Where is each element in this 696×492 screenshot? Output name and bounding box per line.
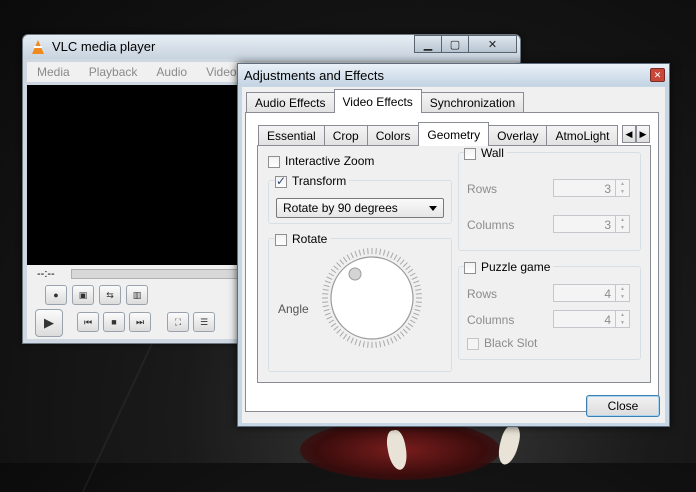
black-slot-checkbox[interactable] xyxy=(467,337,479,350)
menu-audio[interactable]: Audio xyxy=(146,62,196,82)
puzzle-row[interactable]: Puzzle game xyxy=(464,260,554,274)
maximize-button[interactable]: ▢ xyxy=(441,35,469,53)
vlc-window-title: VLC media player xyxy=(52,39,156,54)
black-slot-row[interactable]: Black Slot xyxy=(467,336,537,350)
puzzle-columns-label: Columns xyxy=(467,313,515,327)
tab-scroll-left-button[interactable]: ◀ xyxy=(622,125,636,143)
stop-button[interactable]: ■ xyxy=(103,312,125,332)
wall-columns-stepper[interactable]: ▲ ▼ xyxy=(615,216,629,232)
angle-dial-icon xyxy=(322,248,422,348)
play-button[interactable]: ▶ xyxy=(35,309,63,337)
interactive-zoom-checkbox[interactable] xyxy=(268,155,280,168)
wall-columns-value: 3 xyxy=(604,218,611,232)
menu-playback[interactable]: Playback xyxy=(79,62,147,82)
transform-selected-value: Rotate by 90 degrees xyxy=(283,201,398,215)
puzzle-rows-value: 4 xyxy=(604,287,611,301)
seek-slider[interactable] xyxy=(71,269,241,279)
extended-settings-button[interactable]: ☰ xyxy=(193,312,215,332)
tab-atmolight[interactable]: AtmoLight xyxy=(546,125,619,145)
puzzle-rows-label: Rows xyxy=(467,287,498,301)
puzzle-rows-spinbox[interactable]: 4 ▲ ▼ xyxy=(553,284,630,302)
wall-rows-stepper[interactable]: ▲ ▼ xyxy=(615,180,629,196)
close-button[interactable]: Close xyxy=(586,395,660,417)
vlc-cone-icon xyxy=(32,40,44,54)
snapshot-button[interactable]: ▣ xyxy=(72,285,94,305)
wall-rows-value: 3 xyxy=(604,182,611,196)
tab-colors[interactable]: Colors xyxy=(366,125,420,145)
frame-by-frame-button[interactable]: ▥ xyxy=(126,285,148,305)
wall-label: Wall xyxy=(481,146,504,160)
wall-group xyxy=(458,152,641,251)
puzzle-rows-stepper[interactable]: ▲ ▼ xyxy=(615,285,629,301)
rotate-label: Rotate xyxy=(292,232,328,246)
transform-row[interactable]: Transform xyxy=(275,174,350,188)
tab-overlay[interactable]: Overlay xyxy=(488,125,548,145)
puzzle-columns-value: 4 xyxy=(604,313,611,327)
fullscreen-button[interactable]: ⛶ xyxy=(167,312,189,332)
wall-columns-spinbox[interactable]: 3 ▲ ▼ xyxy=(553,215,630,233)
puzzle-checkbox[interactable] xyxy=(464,261,476,274)
transform-label: Transform xyxy=(292,174,347,188)
angle-label: Angle xyxy=(278,302,309,316)
loop-ab-button[interactable]: ⇆ xyxy=(99,285,121,305)
next-button[interactable]: ⏭ xyxy=(129,312,151,332)
wall-rows-label: Rows xyxy=(467,182,498,196)
dialog-title-bar[interactable]: Adjustments and Effects ✕ xyxy=(238,64,669,86)
adjustments-effects-dialog: Adjustments and Effects ✕ Audio Effects … xyxy=(237,63,670,427)
tab-synchronization[interactable]: Synchronization xyxy=(420,92,525,112)
tab-video-effects[interactable]: Video Effects xyxy=(333,89,422,113)
desktop-wallpaper-streak xyxy=(82,328,160,492)
tab-audio-effects[interactable]: Audio Effects xyxy=(246,92,335,112)
desktop-wallpaper-fang xyxy=(495,423,523,467)
transform-checkbox[interactable] xyxy=(275,174,287,188)
top-tab-bar: Audio Effects Video Effects Synchronizat… xyxy=(246,89,525,113)
dialog-body: Audio Effects Video Effects Synchronizat… xyxy=(242,87,665,423)
tab-geometry[interactable]: Geometry xyxy=(418,122,490,146)
vlc-title-bar[interactable]: VLC media player ▁ ▢ ✕ xyxy=(23,35,520,59)
puzzle-columns-stepper[interactable]: ▲ ▼ xyxy=(615,311,629,327)
wall-checkbox[interactable] xyxy=(464,147,476,160)
interactive-zoom-label: Interactive Zoom xyxy=(285,154,375,168)
video-area[interactable] xyxy=(27,85,242,265)
geometry-panel: Interactive Zoom Transform Rotate by 90 … xyxy=(257,145,651,383)
rotate-checkbox[interactable] xyxy=(275,233,287,246)
wall-rows-spinbox[interactable]: 3 ▲ ▼ xyxy=(553,179,630,197)
menu-media[interactable]: Media xyxy=(27,62,79,82)
rotate-row[interactable]: Rotate xyxy=(275,232,331,246)
window-close-button[interactable]: ✕ xyxy=(468,35,517,53)
vlc-controls-bar: --:-- ● ▣ ⇆ ▥ ▶ ⏮ ■ ⏭ ⛶ ☰ xyxy=(27,265,242,339)
minimize-button[interactable]: ▁ xyxy=(414,35,442,53)
transform-dropdown[interactable]: Rotate by 90 degrees xyxy=(276,198,444,218)
video-effects-panel: Essential Crop Colors Geometry Overlay A… xyxy=(245,112,659,412)
tab-crop[interactable]: Crop xyxy=(323,125,368,145)
elapsed-time: --:-- xyxy=(37,268,55,280)
dialog-title: Adjustments and Effects xyxy=(244,68,384,83)
black-slot-label: Black Slot xyxy=(484,336,538,350)
previous-button[interactable]: ⏮ xyxy=(77,312,99,332)
wall-columns-label: Columns xyxy=(467,218,515,232)
record-button[interactable]: ● xyxy=(45,285,67,305)
interactive-zoom-row[interactable]: Interactive Zoom xyxy=(268,154,374,168)
tab-essential[interactable]: Essential xyxy=(258,125,325,145)
wall-row[interactable]: Wall xyxy=(464,146,507,160)
puzzle-label: Puzzle game xyxy=(481,260,551,274)
chevron-down-icon xyxy=(429,206,437,211)
puzzle-columns-spinbox[interactable]: 4 ▲ ▼ xyxy=(553,310,630,328)
angle-dial[interactable] xyxy=(320,246,424,350)
tab-scroll-right-button[interactable]: ▶ xyxy=(636,125,650,143)
inner-tab-bar: Essential Crop Colors Geometry Overlay A… xyxy=(258,122,619,146)
dialog-close-x-button[interactable]: ✕ xyxy=(650,68,665,82)
